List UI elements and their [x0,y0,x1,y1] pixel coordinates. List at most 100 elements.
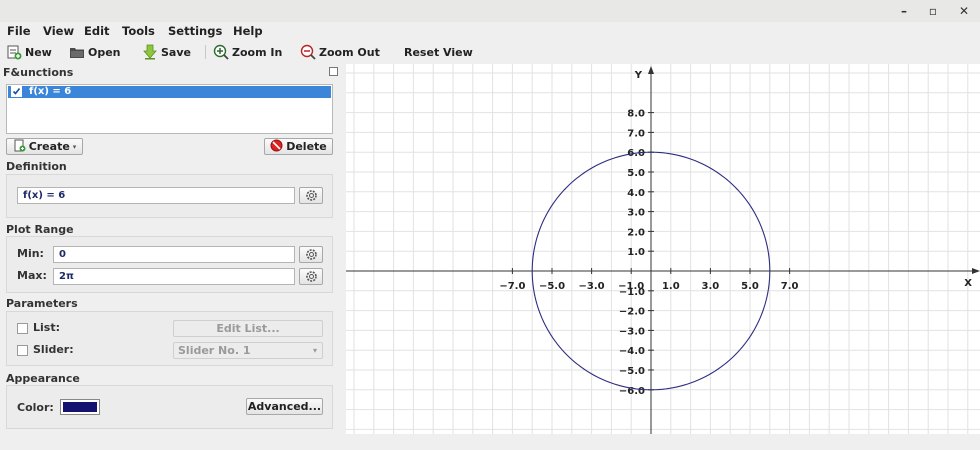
plot-range-group: Min: 0 Max: 2π [6,236,333,293]
x-tick-label: 3.0 [702,281,720,292]
open-label: Open [88,45,121,59]
chevron-down-icon: ▾ [312,346,317,355]
color-picker-button[interactable] [60,399,100,415]
save-label: Save [161,45,191,59]
y-axis-arrow [648,66,654,74]
y-tick-label: 1.0 [627,247,645,258]
x-tick-label: 5.0 [741,281,759,292]
delete-label: Delete [286,140,327,153]
max-editor-button[interactable] [299,268,323,285]
slider-checkbox[interactable] [17,345,28,356]
new-label: New [25,45,52,59]
gear-icon [305,190,317,201]
max-input[interactable]: 2π [53,268,295,285]
function-item-label: f(x) = 6 [29,86,72,97]
reset-view-label: Reset View [404,45,473,59]
delete-icon [270,139,283,155]
x-tick-label: −7.0 [499,281,525,292]
close-button[interactable]: ✕ [955,3,973,19]
x-tick-label: −3.0 [579,281,605,292]
folder-icon [69,44,85,60]
y-tick-label: 5.0 [627,168,645,179]
function-visible-checkbox[interactable] [11,86,22,97]
color-swatch [63,402,97,412]
menu-bar: File View Edit Tools Settings Help [0,22,980,40]
y-tick-label: 3.0 [627,208,645,219]
functions-title: F&unctions [3,66,74,79]
zoom-in-button[interactable]: Zoom In [213,43,282,61]
zoom-out-icon [300,44,316,60]
function-panel: F&unctions f(x) = 6 Create ▾ Delete Defi… [0,64,340,450]
min-editor-button[interactable] [299,246,323,263]
delete-button[interactable]: Delete [264,138,333,155]
y-axis-label: Y [634,70,643,81]
parameters-group: List: Edit List... Slider: Slider No. 1 … [6,311,333,366]
edit-list-button[interactable]: Edit List... [173,320,323,337]
list-label: List: [33,321,60,334]
x-tick-label: 1.0 [662,281,680,292]
y-tick-label: −1.0 [619,287,645,298]
advanced-button[interactable]: Advanced... [246,398,323,415]
x-axis-label: X [964,278,972,289]
title-bar: – ▫ ✕ [0,0,980,22]
y-tick-label: −3.0 [619,326,645,337]
x-tick-label: −5.0 [539,281,565,292]
list-item[interactable]: f(x) = 6 [8,86,331,98]
appearance-group: Color: Advanced... [6,385,333,429]
definition-title: Definition [6,160,67,173]
gear-icon [305,249,317,260]
list-checkbox[interactable] [17,323,28,334]
zoom-in-icon [213,44,229,60]
menu-settings[interactable]: Settings [168,24,222,38]
maximize-button[interactable]: ▫ [924,3,942,19]
y-tick-label: −6.0 [619,386,645,397]
menu-tools[interactable]: Tools [122,24,155,38]
functions-list[interactable]: f(x) = 6 [6,84,333,134]
y-tick-label: 7.0 [627,128,645,139]
y-tick-label: 2.0 [627,227,645,238]
menu-edit[interactable]: Edit [84,24,110,38]
new-function-icon [13,139,26,155]
x-tick-label: 7.0 [781,281,799,292]
x-axis-arrow [972,268,980,274]
min-label: Min: [17,247,44,260]
slider-select[interactable]: Slider No. 1 ▾ [173,342,323,359]
graph-canvas[interactable]: −7.0 −5.0 −3.0 −1.0 1.0 3.0 5.0 7.08.07.06.05.0… [346,64,980,434]
new-file-icon [6,44,22,60]
definition-input[interactable]: f(x) = 6 [17,187,295,204]
appearance-title: Appearance [6,372,80,385]
detach-panel-icon[interactable] [329,67,338,76]
reset-view-button[interactable]: Reset View [404,43,473,61]
toolbar: New Open Save Zoom In Zoom Out Reset Vie… [0,40,980,64]
minimize-button[interactable]: – [895,3,913,19]
open-button[interactable]: Open [69,43,121,61]
slider-label: Slider: [33,343,74,356]
y-tick-label: 8.0 [627,109,645,120]
zoom-out-label: Zoom Out [319,45,380,59]
y-tick-label: −5.0 [619,366,645,377]
y-tick-label: 4.0 [627,188,645,199]
y-tick-label: −2.0 [619,307,645,318]
y-tick-label: −4.0 [619,346,645,357]
color-label: Color: [17,401,54,414]
plot-area[interactable]: −7.0 −5.0 −3.0 −1.0 1.0 3.0 5.0 7.0 8.0 7.0 6.0 5.0… [346,64,980,434]
gear-icon [305,271,317,282]
chevron-down-icon: ▾ [72,142,77,151]
download-arrow-icon [142,44,158,60]
definition-group: f(x) = 6 [6,174,333,218]
slider-select-value: Slider No. 1 [178,344,251,357]
menu-file[interactable]: File [7,24,31,38]
new-button[interactable]: New [6,43,52,61]
toolbar-separator [205,45,206,59]
parameters-title: Parameters [6,297,78,310]
save-button[interactable]: Save [142,43,191,61]
zoom-in-label: Zoom In [232,45,283,59]
menu-view[interactable]: View [43,24,74,38]
create-button[interactable]: Create ▾ [6,138,83,155]
min-input[interactable]: 0 [53,246,295,263]
definition-editor-button[interactable] [299,187,323,204]
menu-help[interactable]: Help [233,24,263,38]
plot-range-title: Plot Range [6,223,74,236]
zoom-out-button[interactable]: Zoom Out [300,43,380,61]
max-label: Max: [17,269,47,282]
